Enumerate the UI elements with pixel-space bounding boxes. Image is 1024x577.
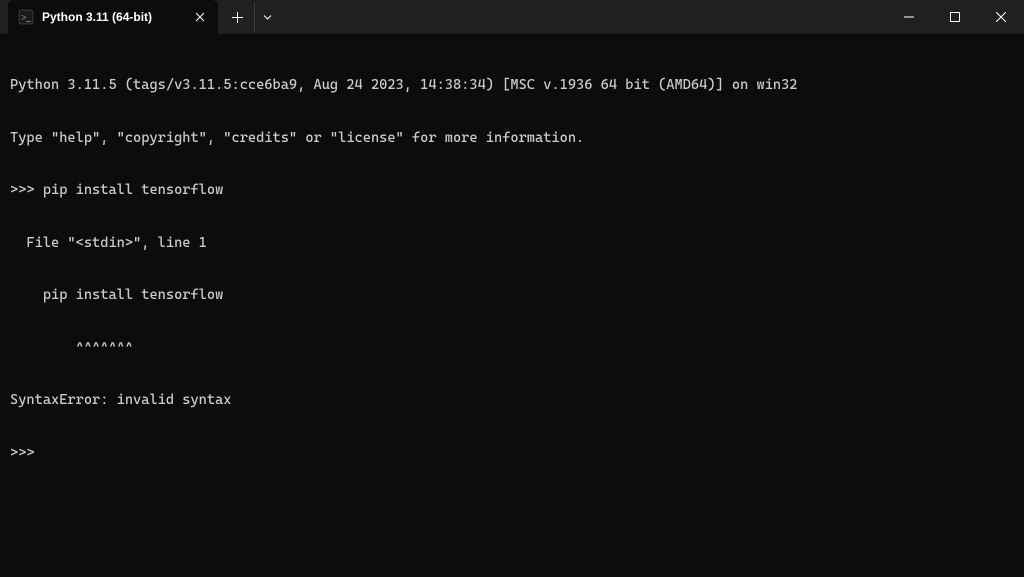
terminal-line: File "<stdin>", line 1 xyxy=(10,235,1014,253)
tab-title: Python 3.11 (64-bit) xyxy=(42,10,166,24)
title-bar-left: >_ Python 3.11 (64-bit) xyxy=(0,0,280,34)
maximize-button[interactable] xyxy=(932,0,978,34)
new-tab-button[interactable] xyxy=(222,2,252,32)
terminal-line: Python 3.11.5 (tags/v3.11.5:cce6ba9, Aug… xyxy=(10,77,1014,95)
terminal-line: SyntaxError: invalid syntax xyxy=(10,392,1014,410)
title-bar: >_ Python 3.11 (64-bit) xyxy=(0,0,1024,34)
close-button[interactable] xyxy=(978,0,1024,34)
tab-active[interactable]: >_ Python 3.11 (64-bit) xyxy=(8,0,218,34)
terminal-line: ^^^^^^^ xyxy=(10,340,1014,358)
svg-text:>_: >_ xyxy=(21,13,31,23)
terminal-prompt: >>> xyxy=(10,445,1014,463)
window-controls xyxy=(886,0,1024,34)
terminal-line: pip install tensorflow xyxy=(10,287,1014,305)
terminal-line: Type "help", "copyright", "credits" or "… xyxy=(10,130,1014,148)
minimize-button[interactable] xyxy=(886,0,932,34)
tab-close-button[interactable] xyxy=(192,9,208,25)
terminal-content[interactable]: Python 3.11.5 (tags/v3.11.5:cce6ba9, Aug… xyxy=(0,34,1024,488)
tab-dropdown-button[interactable] xyxy=(254,2,280,32)
python-icon: >_ xyxy=(18,9,34,25)
terminal-line: >>> pip install tensorflow xyxy=(10,182,1014,200)
